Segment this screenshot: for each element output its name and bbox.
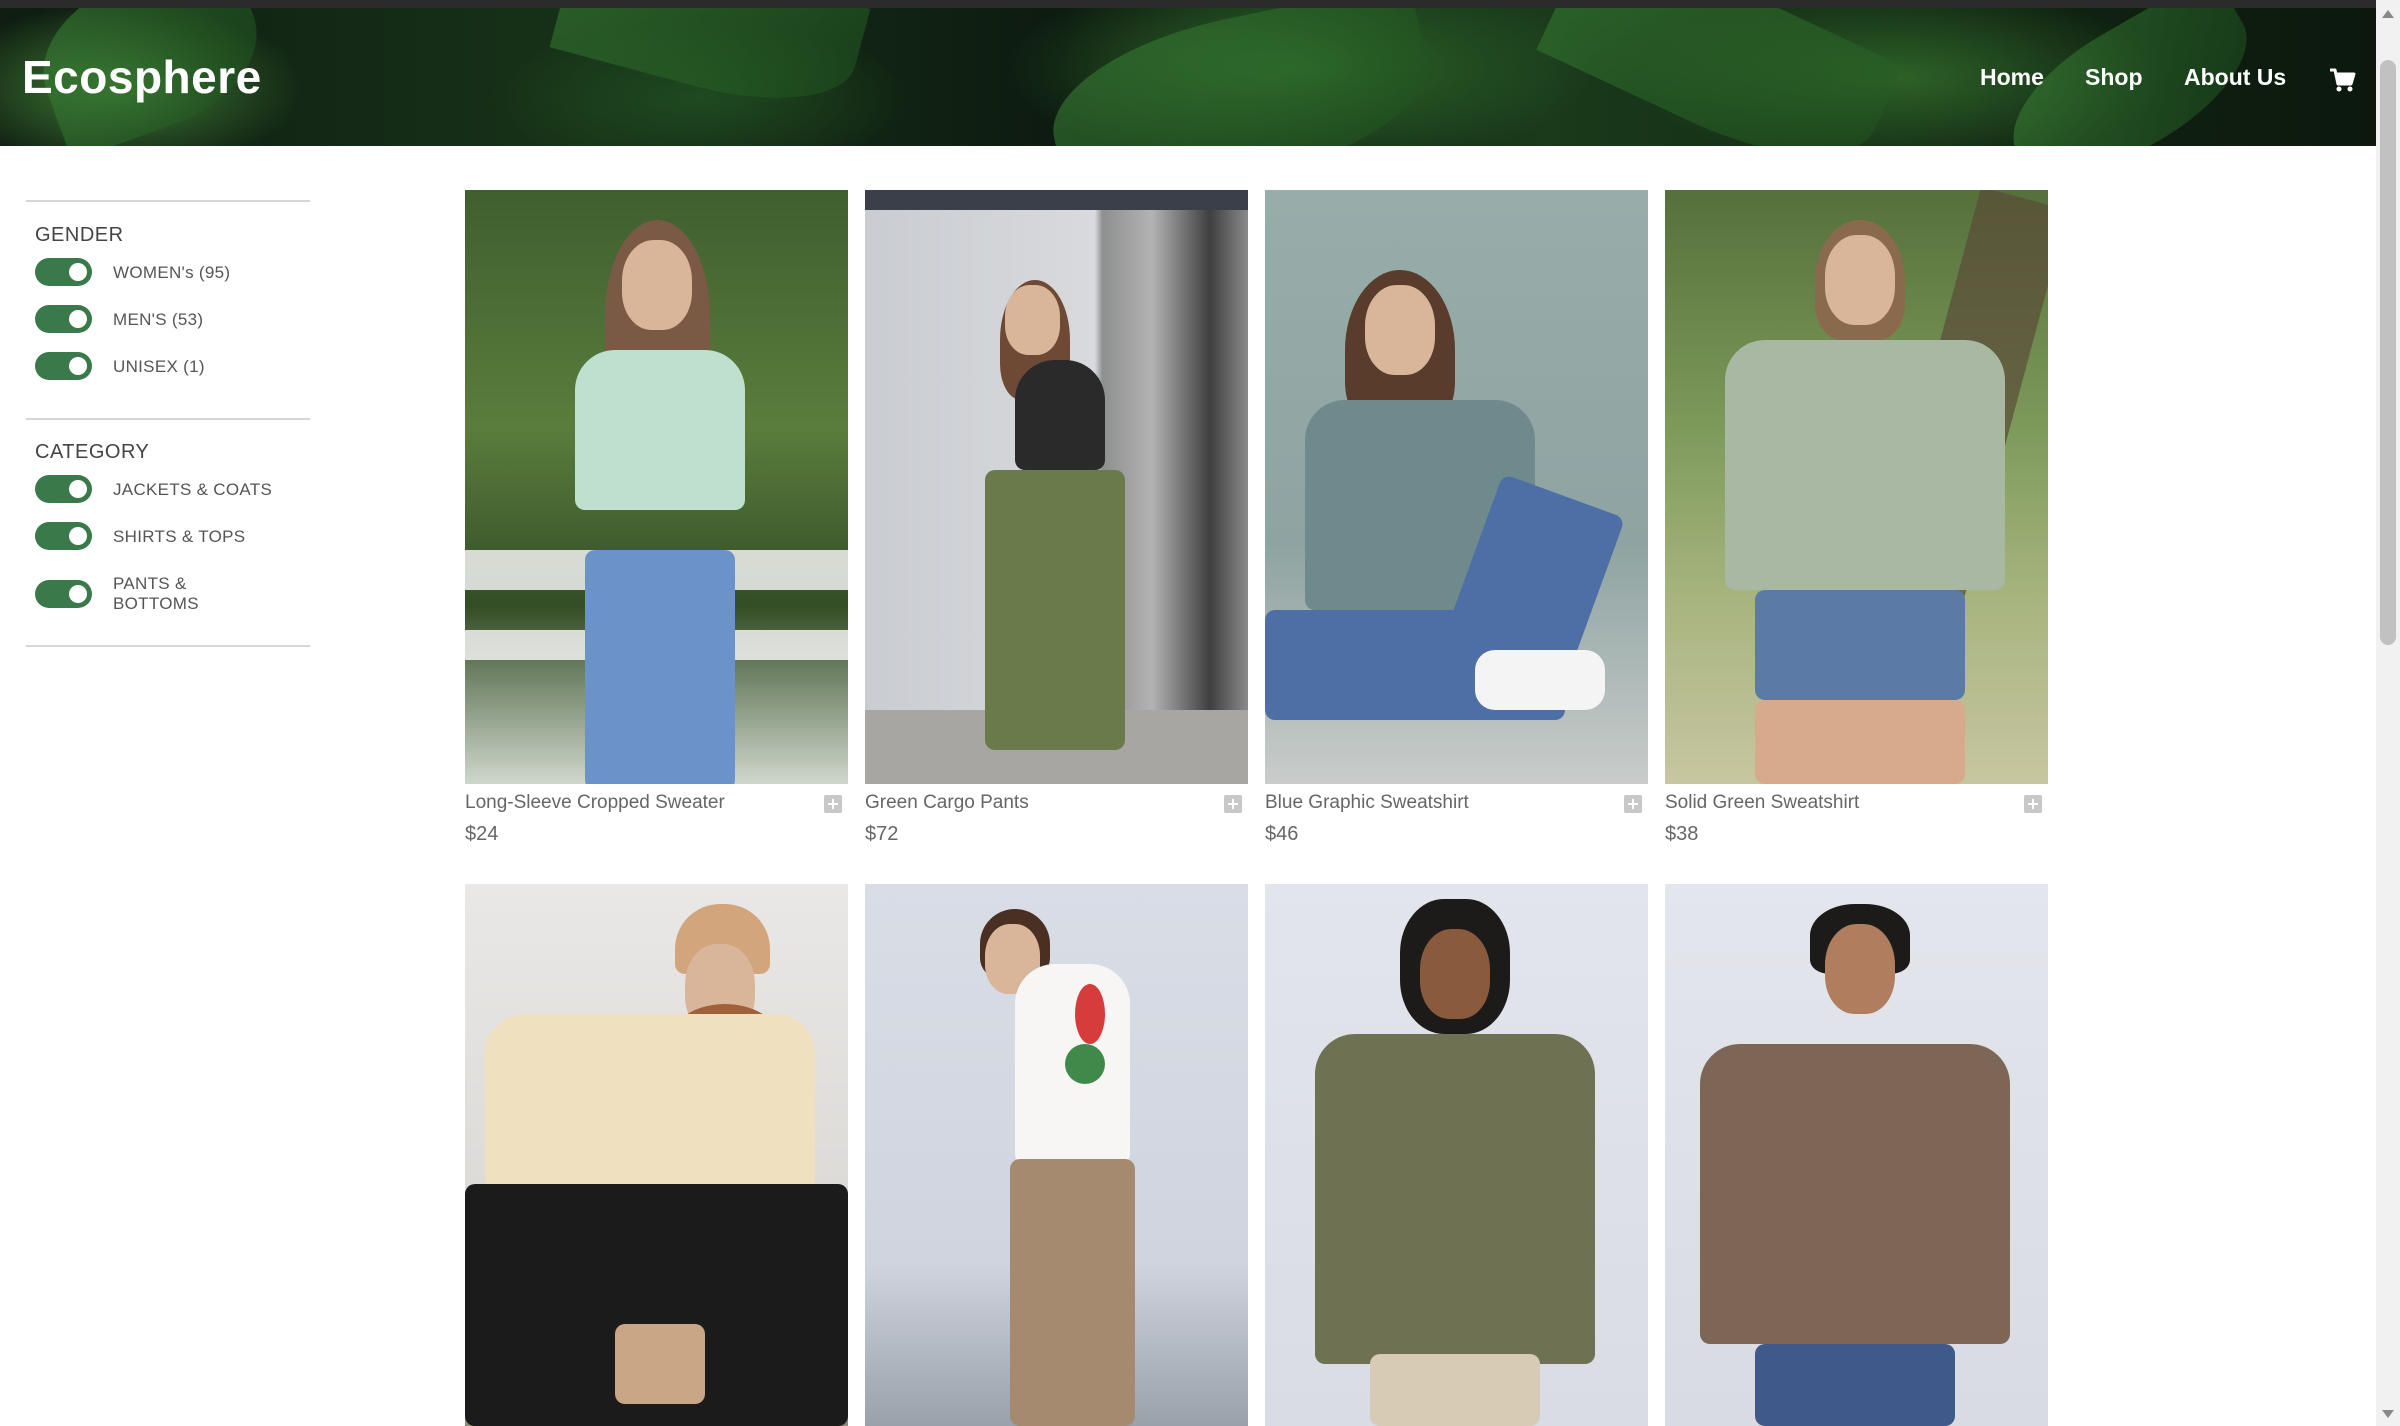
product-name[interactable]: Solid Green Sweatshirt [1665, 792, 1859, 814]
divider [26, 418, 310, 420]
product-image[interactable] [1265, 190, 1648, 784]
toggle-jackets-coats[interactable] [35, 475, 92, 503]
product-image[interactable] [1665, 884, 2048, 1426]
header-foliage [549, 8, 871, 125]
toggle-women[interactable] [35, 258, 92, 286]
add-to-cart-plus-icon[interactable] [824, 795, 842, 813]
toggle-men[interactable] [35, 305, 92, 333]
nav-home[interactable]: Home [1980, 64, 2044, 91]
cart-icon[interactable] [2328, 66, 2356, 94]
filter-label-shirts-tops: SHIRTS & TOPS [113, 527, 246, 546]
browser-top-edge [0, 0, 2376, 8]
add-to-cart-plus-icon[interactable] [1224, 795, 1242, 813]
filter-section-title-category: CATEGORY [35, 441, 150, 463]
product-price: $38 [1665, 823, 1699, 845]
add-to-cart-plus-icon[interactable] [1624, 795, 1642, 813]
product-image[interactable] [465, 884, 848, 1426]
product-image[interactable] [465, 190, 848, 784]
nav-about-us[interactable]: About Us [2184, 64, 2286, 91]
nav-shop[interactable]: Shop [2085, 64, 2143, 91]
product-price: $72 [865, 823, 899, 845]
scroll-down-arrow-icon[interactable] [2382, 1410, 2394, 1418]
product-name[interactable]: Long-Sleeve Cropped Sweater [465, 792, 725, 814]
toggle-unisex[interactable] [35, 352, 92, 380]
scrollbar-thumb[interactable] [2380, 60, 2396, 645]
product-image[interactable] [865, 190, 1248, 784]
product-price: $46 [1265, 823, 1299, 845]
site-logo[interactable]: Ecosphere [22, 50, 262, 104]
toggle-pants-bottoms[interactable] [35, 580, 92, 608]
toggle-shirts-tops[interactable] [35, 522, 92, 550]
scroll-up-arrow-icon[interactable] [2382, 10, 2394, 18]
product-image[interactable] [1265, 884, 1648, 1426]
filter-label-jackets-coats: JACKETS & COATS [113, 480, 273, 499]
product-image[interactable] [865, 884, 1248, 1426]
divider [26, 645, 310, 647]
add-to-cart-plus-icon[interactable] [2024, 795, 2042, 813]
site-header: Ecosphere Home Shop About Us [0, 8, 2376, 146]
filter-label-pants-bottoms: PANTS & BOTTOMS [113, 574, 199, 613]
product-name[interactable]: Blue Graphic Sweatshirt [1265, 792, 1469, 814]
divider [26, 200, 310, 202]
product-name[interactable]: Green Cargo Pants [865, 792, 1029, 814]
filter-section-title-gender: GENDER [35, 224, 124, 246]
header-foliage [1536, 8, 1904, 146]
header-foliage [1037, 8, 1443, 146]
product-price: $24 [465, 823, 499, 845]
filter-label-women: WOMEN's (95) [113, 263, 231, 282]
filter-label-men: MEN'S (53) [113, 310, 204, 329]
filter-label-unisex: UNISEX (1) [113, 357, 205, 376]
product-image[interactable] [1665, 190, 2048, 784]
